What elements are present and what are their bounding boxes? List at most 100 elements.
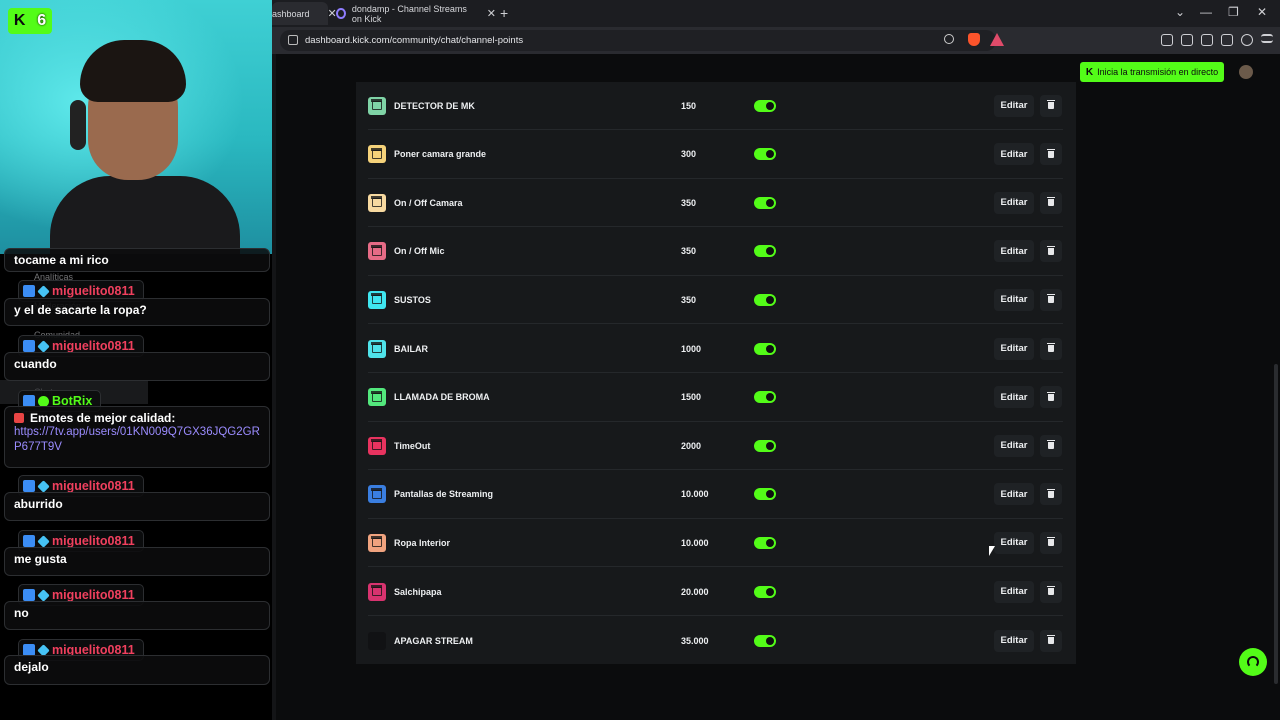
wallet-icon[interactable] <box>1201 34 1213 46</box>
reward-name: DETECTOR DE MK <box>394 100 475 111</box>
subscriber-badge-icon <box>37 588 50 602</box>
verified-badge-icon <box>23 480 35 492</box>
reward-enabled-toggle[interactable] <box>754 196 776 209</box>
verified-badge-icon <box>23 285 35 297</box>
avatar[interactable] <box>1239 65 1253 79</box>
new-tab-button[interactable]: + <box>500 5 508 21</box>
reward-enabled-toggle[interactable] <box>754 148 776 161</box>
reward-gift-icon <box>368 388 386 407</box>
reward-enabled-toggle[interactable] <box>754 342 776 355</box>
delete-reward-button[interactable] <box>1040 580 1062 603</box>
reward-name: BAILAR <box>394 343 428 354</box>
tab-dashboard[interactable]: ashboard ✕ <box>272 2 337 25</box>
menu-icon[interactable] <box>1261 34 1273 43</box>
chat-link[interactable]: https://7tv.app/users/01KN009Q7GX36JQG2G… <box>14 425 260 455</box>
trash-icon <box>1047 294 1055 304</box>
reward-enabled-toggle[interactable] <box>754 245 776 258</box>
mouse-cursor-icon <box>989 546 995 556</box>
close-icon[interactable]: ✕ <box>487 7 496 20</box>
delete-reward-button[interactable] <box>1040 143 1062 166</box>
edit-reward-button[interactable]: Editar <box>994 629 1034 652</box>
reward-cost: 350 <box>681 197 697 208</box>
reward-row: Poner camara grande 300 Editar <box>368 131 1063 179</box>
reward-enabled-toggle[interactable] <box>754 391 776 404</box>
reward-enabled-toggle[interactable] <box>754 99 776 112</box>
brave-rewards-icon[interactable] <box>990 33 1004 46</box>
reward-enabled-toggle[interactable] <box>754 536 776 549</box>
trash-icon <box>1047 197 1055 207</box>
reward-cost: 350 <box>681 246 697 257</box>
verified-badge-icon <box>23 340 35 352</box>
scrollbar[interactable] <box>1274 364 1278 684</box>
go-live-button[interactable]: K Inicia la transmisión en directo <box>1080 62 1224 82</box>
sidebar-icon[interactable] <box>1181 34 1193 46</box>
tab-search-chevron-icon[interactable]: ⌄ <box>1175 5 1185 19</box>
tab-channel[interactable]: dondamp - Channel Streams on Kick ✕ <box>336 2 496 25</box>
reward-row: Ropa Interior 10.000 Editar <box>368 519 1063 568</box>
reward-enabled-toggle[interactable] <box>754 634 776 647</box>
reward-name: Poner camara grande <box>394 149 487 160</box>
delete-reward-button[interactable] <box>1040 337 1062 360</box>
delete-reward-button[interactable] <box>1040 483 1062 506</box>
edit-reward-button[interactable]: Editar <box>994 240 1034 263</box>
edit-reward-button[interactable]: Editar <box>994 386 1034 409</box>
reward-name: Salchipapa <box>394 586 442 597</box>
reward-gift-icon <box>368 193 386 212</box>
chat-username: miguelito0811 <box>52 284 135 298</box>
delete-reward-button[interactable] <box>1040 240 1062 263</box>
kick-logo-icon: K <box>13 12 26 29</box>
chat-message: no <box>4 601 270 630</box>
reward-cost: 350 <box>681 294 697 305</box>
address-bar[interactable]: dashboard.kick.com/community/chat/channe… <box>280 30 1004 51</box>
reward-cost: 150 <box>681 100 697 111</box>
delete-reward-button[interactable] <box>1040 386 1062 409</box>
edit-reward-button[interactable]: Editar <box>994 94 1034 117</box>
support-chat-button[interactable] <box>1239 648 1267 676</box>
edit-reward-button[interactable]: Editar <box>994 483 1034 506</box>
edit-reward-button[interactable]: Editar <box>994 434 1034 457</box>
reward-enabled-toggle[interactable] <box>754 293 776 306</box>
reward-enabled-toggle[interactable] <box>754 585 776 598</box>
extensions-icon[interactable] <box>1161 34 1173 46</box>
sidebar-rail <box>272 54 276 720</box>
window-close-button[interactable]: ✕ <box>1257 5 1267 19</box>
zoom-icon[interactable] <box>944 34 954 44</box>
reward-name: LLAMADA DE BROMA <box>394 392 490 403</box>
site-settings-icon[interactable] <box>288 35 298 45</box>
trash-icon <box>1047 440 1055 450</box>
edit-reward-button[interactable]: Editar <box>994 531 1034 554</box>
edit-reward-button[interactable]: Editar <box>994 191 1034 214</box>
reward-enabled-toggle[interactable] <box>754 488 776 501</box>
delete-reward-button[interactable] <box>1040 531 1062 554</box>
reward-name: Ropa Interior <box>394 537 451 548</box>
chat-message: dejalo <box>4 655 270 685</box>
reward-enabled-toggle[interactable] <box>754 439 776 452</box>
delete-reward-button[interactable] <box>1040 191 1062 214</box>
restore-button[interactable]: ❐ <box>1228 5 1239 19</box>
trash-icon <box>1047 391 1055 401</box>
delete-reward-button[interactable] <box>1040 434 1062 457</box>
subscriber-badge-icon <box>37 534 50 548</box>
reward-cost: 1000 <box>681 343 702 354</box>
delete-reward-button[interactable] <box>1040 288 1062 311</box>
delete-reward-button[interactable] <box>1040 629 1062 652</box>
edit-reward-button[interactable]: Editar <box>994 580 1034 603</box>
verified-badge-icon <box>23 535 35 547</box>
badge-number: 6 <box>37 12 47 29</box>
leo-ai-icon[interactable] <box>1221 34 1233 46</box>
minimize-button[interactable]: — <box>1200 5 1212 19</box>
webcam-feed: K 6 <box>0 0 272 254</box>
reward-row: Salchipapa 20.000 Editar <box>368 568 1063 616</box>
edit-reward-button[interactable]: Editar <box>994 288 1034 311</box>
brave-shields-icon[interactable] <box>968 33 980 46</box>
kick-logo-icon: K <box>1085 66 1094 78</box>
delete-reward-button[interactable] <box>1040 94 1062 117</box>
edit-reward-button[interactable]: Editar <box>994 337 1034 360</box>
reward-gift-icon <box>368 96 386 115</box>
vpn-icon[interactable] <box>1241 34 1253 46</box>
reward-gift-icon <box>368 339 386 358</box>
browser-tab-bar: ashboard ✕ dondamp - Channel Streams on … <box>272 0 1280 27</box>
edit-reward-button[interactable]: Editar <box>994 143 1034 166</box>
headset-icon <box>1247 656 1259 668</box>
kick-logo-badge: K 6 <box>8 8 52 34</box>
